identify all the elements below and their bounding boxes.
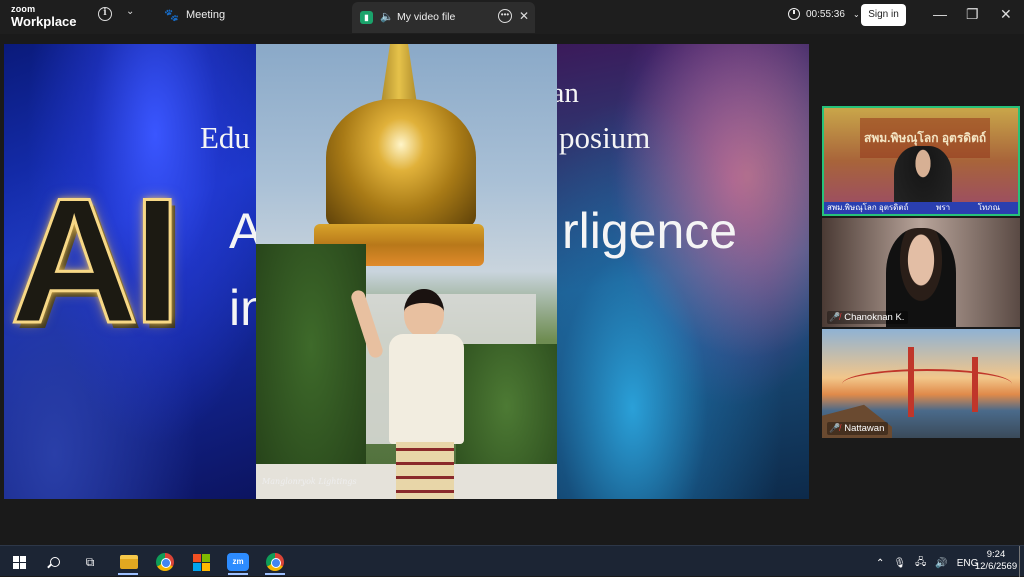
minimize-icon[interactable]: — [933,6,947,22]
microsoft-store-icon[interactable] [190,551,212,573]
chrome-icon[interactable] [264,551,286,573]
info-icon[interactable]: i [98,7,112,21]
chevron-down-icon: ⌄ [852,9,860,19]
woman-head [404,289,444,337]
shared-video-stage[interactable]: oan Edu posium A rligence in AI Manglonr… [4,44,809,499]
close-tab-icon[interactable]: ✕ [519,9,529,23]
strip-mid-text: พรา [936,203,951,212]
active-indicator [228,573,248,575]
sign-in-button[interactable]: Sign in [861,4,906,26]
participant-tile[interactable]: 🎤̸ Chanoknan K. [822,218,1020,327]
meeting-timer[interactable]: 00:55:36 ⌄ [788,8,860,20]
timer-value: 00:55:36 [806,8,845,20]
ai-logo: AI [9,161,184,360]
golden-stupa [326,99,476,229]
participant-name: Chanoknan K. [844,312,905,323]
clock-icon [788,8,800,20]
volume-icon[interactable]: 🔊 [935,558,947,569]
bridge-cable [842,369,1012,399]
title-bar: zoom Workplace i ⌄ 🐾 Meeting ▮ 🔈 My vide… [0,0,1024,34]
close-window-icon[interactable]: ✕ [1000,6,1012,23]
meeting-tab[interactable]: 🐾 Meeting [164,8,225,22]
strip-right-text: โทภณ [977,203,1000,212]
windows-start-icon[interactable] [8,551,30,573]
maximize-icon[interactable]: ❐ [966,6,979,23]
woman-skirt [396,442,454,499]
active-indicator [118,573,138,575]
zoom-app-icon[interactable]: zm [227,551,249,573]
chevron-down-icon[interactable]: ⌄ [126,6,134,17]
network-icon[interactable]: 🖧 [915,555,926,572]
muted-mic-icon: 🎤̸ [829,312,841,322]
muted-mic-icon: 🎤̸ [829,423,841,433]
task-view-icon[interactable]: ⧉ [79,551,101,573]
system-clock[interactable]: 9:24 12/6/2569 [974,549,1018,573]
slide-title-line2-left: Edu [200,120,250,155]
zoom-workplace-logo: zoom Workplace [11,4,77,29]
share-badge-icon: ▮ [360,11,373,24]
file-explorer-icon[interactable] [118,551,140,573]
paw-icon: 🐾 [164,8,179,22]
video-tab-title: My video file [397,11,456,23]
video-file-tab[interactable]: ▮ 🔈 My video file ••• ✕ [352,2,535,33]
tray-chevron-icon[interactable]: ⌃ [876,558,884,569]
participant-tile-active[interactable]: สพม.พิษณุโลก อุตรดิตถ์ สพม.พิษณุโลก อุตร… [822,106,1020,216]
speaker-icon[interactable]: 🔈 [380,10,394,23]
clock-date: 12/6/2569 [974,561,1018,572]
active-indicator [265,573,285,575]
microphone-icon[interactable]: 🎙 [893,558,906,569]
show-desktop-button[interactable] [1019,546,1020,577]
temple-photo: Manglonryok Lightings [256,44,557,499]
slide-heading-right: rligence [562,203,738,259]
logo-line1: zoom [11,4,36,14]
stupa-spire [381,44,417,104]
participant-name-label: 🎤̸ Nattawan [827,422,889,435]
more-options-icon[interactable]: ••• [498,9,512,23]
nameplate-strip: สพม.พิษณุโลก อุตรดิตถ์ พรา โทภณ [824,202,1018,214]
logo-line2: Workplace [11,14,77,29]
slide-title-line2-right: posium [559,120,651,155]
chrome-icon[interactable] [154,551,176,573]
woman-blouse [389,334,464,444]
participant-name-label: 🎤̸ Chanoknan K. [827,311,909,324]
tree-left [256,244,366,499]
strip-left-text: สพม.พิษณุโลก อุตรดิตถ์ [827,203,909,212]
windows-taskbar: ⧉ zm ⌃ 🎙 🖧 🔊 ENG 9:24 12/6/2569 [0,545,1024,577]
participant-tile[interactable]: 🎤̸ Nattawan [822,329,1020,438]
participant-name: Nattawan [844,423,885,434]
photo-watermark: Manglonryok Lightings [262,477,357,486]
search-icon[interactable] [44,551,66,573]
clock-time: 9:24 [986,549,1006,560]
system-tray: ⌃ 🎙 🖧 🔊 ENG [876,555,978,572]
meeting-tab-label: Meeting [185,9,226,21]
